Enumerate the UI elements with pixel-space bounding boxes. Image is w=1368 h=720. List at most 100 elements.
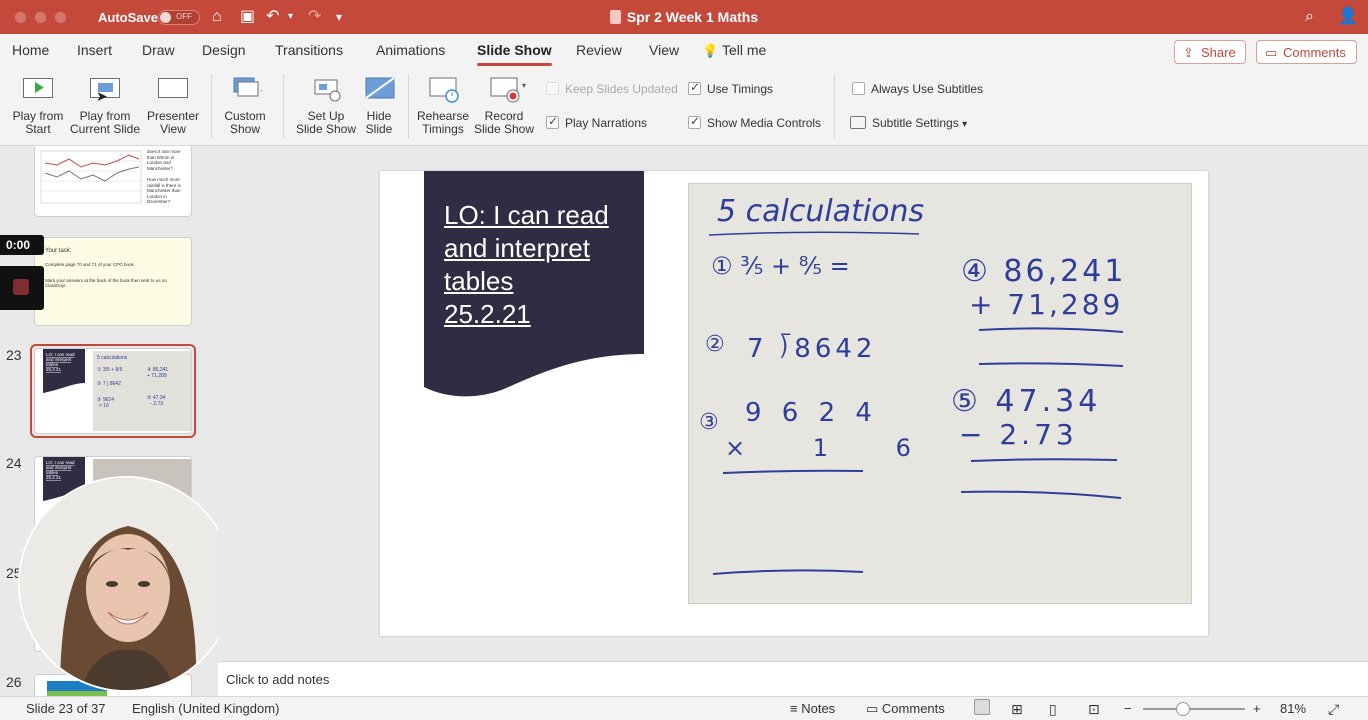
checkbox-box <box>688 114 701 129</box>
slide-thumbnail-pane[interactable]: does it rain more than 50mm in London and M… <box>0 146 218 696</box>
presenter-camera-feed <box>18 476 218 692</box>
rehearse-timings-button[interactable]: Rehearse Timings <box>413 74 473 136</box>
record-slide-show-button[interactable]: ▾ Record Slide Show <box>473 74 535 136</box>
slide-canvas[interactable]: LO: I can read and interpret tables 25.2… <box>380 171 1208 636</box>
lightbulb-icon: 💡 <box>702 43 719 58</box>
lo-line: and interpret <box>444 233 590 263</box>
board-heading: 5 calculations <box>717 194 925 229</box>
tab-review[interactable]: Review <box>576 42 622 58</box>
notes-toggle-label: Notes <box>801 701 836 716</box>
tell-me-search[interactable]: Tell me <box>722 42 766 58</box>
presenter-webcam-image <box>20 478 218 690</box>
svg-text:① 3/5 + 8/5: ① 3/5 + 8/5 <box>97 367 123 373</box>
notes-toggle[interactable]: ≡ Notes <box>790 701 835 716</box>
thumb-line: Manchester than <box>147 188 181 194</box>
svg-text:+ 71,289: + 71,289 <box>147 373 167 379</box>
label-line: Current Slide <box>69 122 141 136</box>
reading-view-icon[interactable]: ▯ <box>1049 701 1057 718</box>
document-title: Spr 2 Week 1 Maths <box>0 9 1368 25</box>
ribbon-divider <box>211 74 212 138</box>
comment-icon: ▭ <box>1265 45 1278 60</box>
tab-slide-show[interactable]: Slide Show <box>477 42 552 66</box>
tab-transitions[interactable]: Transitions <box>275 42 343 58</box>
zoom-level[interactable]: 81% <box>1280 701 1306 716</box>
label-line: View <box>160 122 186 136</box>
chevron-down-icon: ▾ <box>962 119 968 130</box>
presenter-view-button[interactable]: Presenter View <box>142 74 204 136</box>
answer-lines <box>979 327 1124 367</box>
ribbon-slide-show: Play from Start Play from Current Slide ➤ … <box>0 68 1368 146</box>
play-from-start-button[interactable]: Play from Start <box>8 74 68 136</box>
zoom-slider[interactable] <box>1143 702 1245 716</box>
thumb-line: does it rain more <box>147 149 181 154</box>
search-icon[interactable]: ⌕ <box>1305 8 1314 26</box>
presenter-icon <box>158 78 188 98</box>
subtitle-icon <box>850 116 866 129</box>
slide-show-view-icon[interactable]: ⊡ <box>1088 701 1100 718</box>
zoom-slider-knob[interactable] <box>1175 702 1190 716</box>
label-line: Set Up <box>307 109 345 123</box>
stop-recording-button[interactable] <box>0 266 44 310</box>
comments-toggle[interactable]: ▭ Comments <box>866 701 945 717</box>
tab-design[interactable]: Design <box>202 42 246 58</box>
thumb-task-title: Your task: <box>45 248 72 254</box>
zoom-out-icon[interactable]: − <box>1124 701 1132 716</box>
thumb-line: Manchester? <box>147 165 174 171</box>
use-timings-checkbox[interactable]: Use Timings <box>688 80 773 96</box>
zoom-in-icon[interactable]: + <box>1253 701 1261 716</box>
notes-placeholder[interactable]: Click to add notes <box>226 672 329 687</box>
custom-show-button[interactable]: ▾ CustomShow <box>216 74 274 136</box>
thumb-line: London in <box>147 193 167 199</box>
set-up-slide-show-button[interactable]: Set Up Slide Show <box>292 74 360 136</box>
svg-text:25.2.21: 25.2.21 <box>46 475 62 480</box>
record-icon: ▾ <box>489 74 526 106</box>
play-narrations-checkbox[interactable]: Play Narrations <box>546 114 647 130</box>
tab-insert[interactable]: Insert <box>77 42 112 58</box>
tab-view[interactable]: View <box>649 42 679 58</box>
comments-button[interactable]: ▭ Comments <box>1256 40 1357 64</box>
svg-text:− 2.73: − 2.73 <box>149 401 163 407</box>
play-from-current-slide-button[interactable]: Play from Current Slide <box>68 74 142 136</box>
tab-home[interactable]: Home <box>12 42 49 58</box>
label-line: Play from <box>79 109 131 123</box>
lo-line: tables <box>444 266 514 296</box>
slide-thumbnail-21[interactable]: does it rain more than 50mm in London and M… <box>34 146 192 217</box>
slide-thumbnail-23[interactable]: LO: I can read and interpret tables 25.2.21… <box>34 348 192 434</box>
answer-lines <box>961 458 1122 499</box>
whiteboard-photo[interactable]: 5 calculations ① ³⁄₅ + ⁸⁄₅ = ② 7 ⟌8642 ③… <box>688 183 1192 604</box>
thumb-question-text: does it rain more than 50mm in London and M… <box>147 149 191 205</box>
always-use-subtitles-checkbox[interactable]: Always Use Subtitles <box>852 82 983 96</box>
learning-objective-text[interactable]: LO: I can read and interpret tables 25.2… <box>444 199 634 331</box>
normal-view-icon[interactable] <box>974 699 990 715</box>
share-button[interactable]: ⇪ Share <box>1174 40 1246 64</box>
hide-slide-button[interactable]: Hide Slide <box>360 74 398 136</box>
ribbon-tabs: Home Insert Draw Design Transitions Anim… <box>0 34 1368 68</box>
svg-text:× 16: × 16 <box>99 403 109 409</box>
label-line: Custom <box>224 109 266 123</box>
subtitle-settings-button[interactable]: Subtitle Settings ▾ <box>850 116 967 130</box>
document-title-text: Spr 2 Week 1 Maths <box>626 9 759 25</box>
checkbox-box <box>546 82 559 95</box>
notes-pane[interactable]: Click to add notes <box>218 661 1368 696</box>
answer-line <box>723 469 864 474</box>
slide-editor: LO: I can read and interpret tables 25.2… <box>218 146 1368 661</box>
svg-text:25.2.21: 25.2.21 <box>46 367 62 372</box>
question-4-bottom: + 71,289 <box>969 288 1124 321</box>
label-line: Presenter <box>146 109 200 123</box>
label-line: Slide <box>365 122 393 136</box>
show-media-controls-checkbox[interactable]: Show Media Controls <box>688 114 821 130</box>
language-indicator[interactable]: English (United Kingdom) <box>132 701 279 716</box>
answer-line <box>713 569 864 575</box>
slide-number: 24 <box>6 455 22 471</box>
fit-to-window-icon[interactable]: ⤢ <box>1328 701 1339 718</box>
account-icon[interactable]: 👤 <box>1338 8 1358 26</box>
thumb-line: How much more <box>147 176 180 182</box>
comment-icon: ▭ <box>866 701 879 716</box>
svg-text:② 7 | 8642: ② 7 | 8642 <box>97 381 121 387</box>
label-line: Timings <box>422 122 464 136</box>
slide-sorter-icon[interactable]: ⊞ <box>1011 701 1023 718</box>
tab-draw[interactable]: Draw <box>142 42 175 58</box>
slide-thumbnail-22[interactable]: Your task: Complete page 70 and 71 of yo… <box>34 237 192 326</box>
tab-animations[interactable]: Animations <box>376 42 445 58</box>
label-line: Hide <box>366 109 392 123</box>
